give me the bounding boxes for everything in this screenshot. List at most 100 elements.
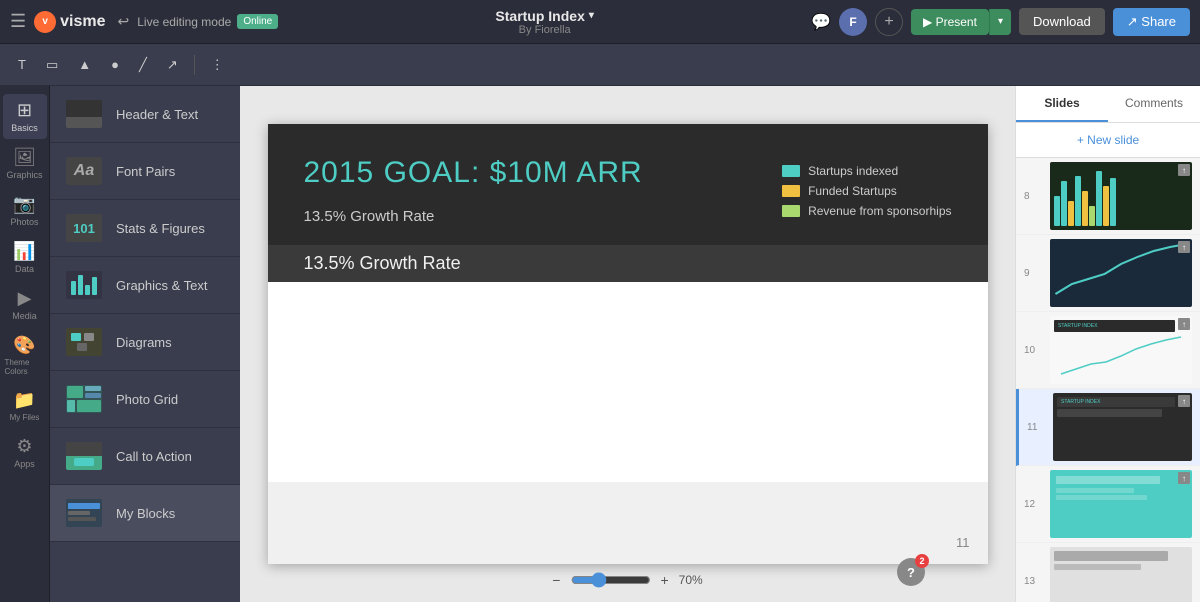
help-wrapper: ? 2 [957,566,985,594]
slide-thumb-8[interactable]: 8 ↑ [1016,158,1200,235]
slide-thumb-13[interactable]: 13 [1016,543,1200,602]
present-dropdown-button[interactable]: ▾ [989,9,1011,35]
avatar[interactable]: F [839,8,867,36]
block-diagrams-label: Diagrams [116,335,172,350]
canvas-area: 2015 GOAL: $10M ARR 13.5% Growth Rate St… [240,86,1015,602]
slide-number: 11 [956,535,970,550]
topbar-left: ☰ v visme ↩ Live editing mode Online [10,11,278,33]
logo: v visme [34,11,105,33]
block-stats-figures[interactable]: 101 Stats & Figures [50,200,240,257]
upload-icon-9: ↑ [1178,241,1190,253]
upload-icon-12: ↑ [1178,472,1190,484]
slide-header: 2015 GOAL: $10M ARR 13.5% Growth Rate St… [268,124,988,245]
graphics-icon: 🖼 [13,147,36,168]
legend-dot-green [782,205,800,217]
comment-icon[interactable]: 💬 [811,12,831,32]
arrow-tool-button[interactable]: ↗ [161,53,184,77]
tab-comments[interactable]: Comments [1108,86,1200,122]
slide-thumb-9[interactable]: 9 ↑ [1016,235,1200,312]
circle-tool-button[interactable]: ● [105,53,125,76]
slide-preview-8: ↑ [1050,162,1192,230]
sidebar-item-basics[interactable]: ⊞ Basics [3,94,47,139]
block-font-pairs[interactable]: Aa Font Pairs [50,143,240,200]
slide-canvas: 2015 GOAL: $10M ARR 13.5% Growth Rate St… [268,124,988,564]
text-tool-button[interactable]: T [12,53,32,76]
sidebar-item-label: Apps [14,459,35,469]
sidebar-item-theme[interactable]: 🎨 Theme Colors [3,329,47,382]
zoom-slider[interactable] [570,572,650,588]
new-slide-button[interactable]: + New slide [1016,123,1200,158]
topbar: ☰ v visme ↩ Live editing mode Online Sta… [0,0,1200,44]
zoom-bar: − + 70% [552,572,702,588]
blocks-panel: Header & Text Aa Font Pairs 101 Stats & … [50,86,240,602]
block-graphics-text-label: Graphics & Text [116,278,208,293]
slide-legend: Startups indexed Funded Startups Revenue… [782,164,951,218]
line-tool-button[interactable]: ╱ [133,53,153,77]
font-pairs-thumb: Aa [66,157,102,185]
share-button[interactable]: ↗ Share [1113,8,1190,36]
hamburger-icon[interactable]: ☰ [10,11,26,32]
edit-mode-label: Live editing mode [137,15,231,29]
slide-num-11: 11 [1027,422,1045,433]
block-diagrams[interactable]: Diagrams [50,314,240,371]
right-tabs: Slides Comments [1016,86,1200,123]
slide-num-8: 8 [1024,191,1042,202]
download-button[interactable]: Download [1019,8,1105,35]
rect-tool-button[interactable]: ▭ [40,53,64,77]
legend-label-0: Startups indexed [808,164,898,178]
theme-icon: 🎨 [13,335,35,356]
more-tools-button[interactable]: ⋮ [205,53,230,77]
sidebar-item-label: Theme Colors [5,358,45,376]
logo-text: visme [60,13,105,31]
triangle-tool-button[interactable]: ▲ [72,53,97,76]
data-icon: 📊 [13,241,35,262]
basics-icon: ⊞ [17,100,32,121]
zoom-in-icon[interactable]: + [660,572,668,588]
slide-subtitle-text: 13.5% Growth Rate [304,208,435,225]
block-header-text-label: Header & Text [116,107,198,122]
present-button[interactable]: ▶ Present [911,9,989,35]
topbar-right: 💬 F + ▶ Present ▾ Download ↗ Share [811,8,1190,36]
slide-subtitle-inline: 13.5% Growth Rate [304,200,643,225]
sidebar-item-files[interactable]: 📁 My Files [3,384,47,428]
sidebar-item-graphics[interactable]: 🖼 Graphics [3,141,47,186]
topbar-center: Startup Index ▾ By Fiorella [286,8,803,36]
block-my-blocks[interactable]: My Blocks [50,485,240,542]
sidebar-item-photos[interactable]: 📷 Photos [3,188,47,233]
zoom-out-icon[interactable]: − [552,572,560,588]
sidebar-item-data[interactable]: 📊 Data [3,235,47,280]
block-call-to-action[interactable]: Call to Action [50,428,240,485]
sidebar-item-label: Photos [10,217,38,227]
add-collaborator-button[interactable]: + [875,8,903,36]
slide-preview-13 [1050,547,1192,602]
slide-preview-12: ↑ [1050,470,1192,538]
slide-preview-11: STARTUP INDEX ↑ [1053,393,1192,461]
sidebar-item-label: My Files [10,413,40,422]
project-title[interactable]: Startup Index ▾ [495,8,594,24]
undo-icon[interactable]: ↩ [118,13,130,30]
block-graphics-text[interactable]: Graphics & Text [50,257,240,314]
legend-dot-yellow [782,185,800,197]
tab-slides[interactable]: Slides [1016,86,1108,122]
block-photo-grid[interactable]: Photo Grid [50,371,240,428]
project-title-chevron: ▾ [589,10,594,21]
legend-label-2: Revenue from sponsorhips [808,204,951,218]
sidebar-item-media[interactable]: ▶ Media [3,282,47,327]
toolbar-separator [194,55,195,75]
legend-label-1: Funded Startups [808,184,897,198]
sidebar-item-apps[interactable]: ⚙ Apps [3,430,47,475]
block-stats-figures-label: Stats & Figures [116,221,205,236]
slide-thumb-11[interactable]: 11 STARTUP INDEX ↑ [1016,389,1200,466]
slide-num-13: 13 [1024,576,1042,587]
help-button[interactable]: ? 2 [897,558,925,586]
block-call-to-action-label: Call to Action [116,449,192,464]
slide-thumb-12[interactable]: 12 ↑ [1016,466,1200,543]
diagrams-thumb [66,328,102,356]
sidebar-item-label: Basics [11,123,38,133]
slide-thumb-10[interactable]: 10 STARTUP INDEX ↑ [1016,312,1200,389]
stats-figures-thumb: 101 [66,214,102,242]
call-to-action-thumb [66,442,102,470]
block-header-text[interactable]: Header & Text [50,86,240,143]
slide-title-text: 2015 GOAL: $10M ARR [304,156,643,190]
edit-mode: Live editing mode Online [137,14,278,29]
